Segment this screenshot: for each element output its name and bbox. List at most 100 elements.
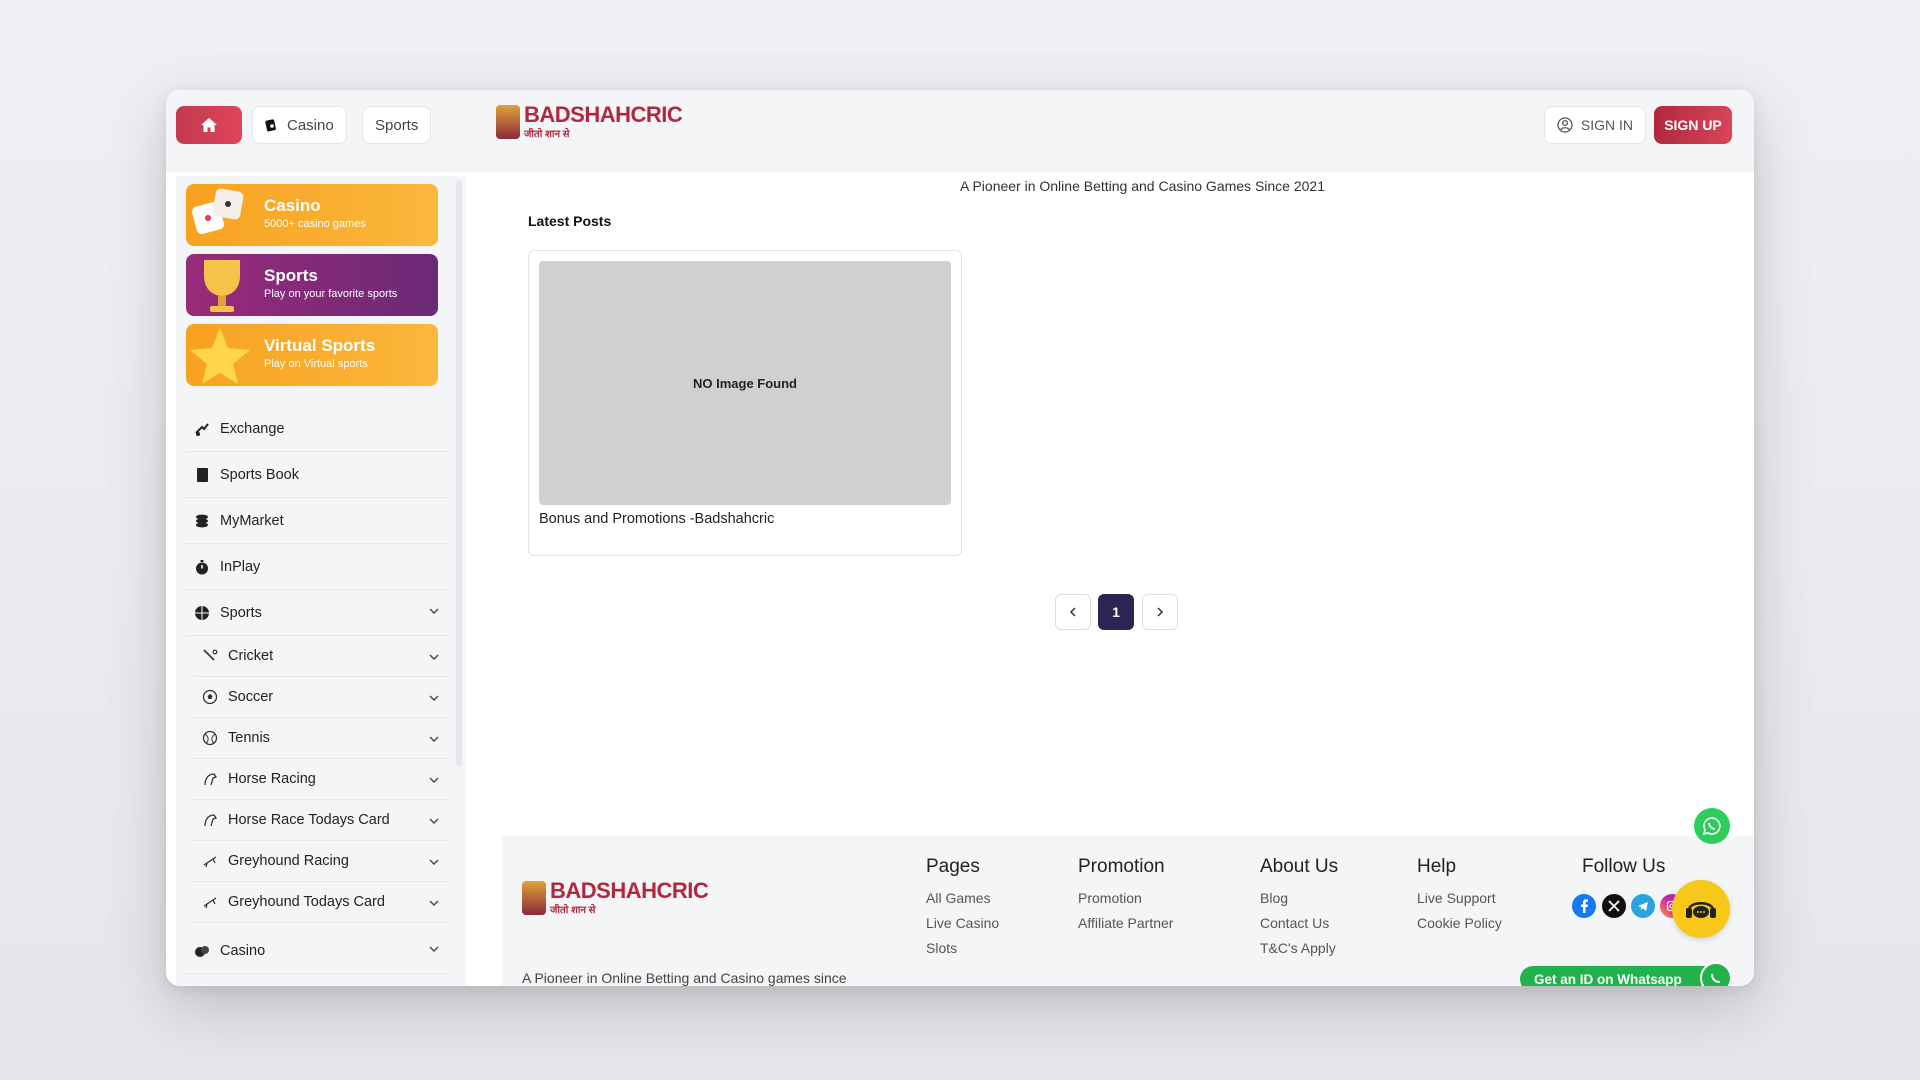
pagination-page-button[interactable]: 1 xyxy=(1098,594,1134,630)
headset-chat-icon xyxy=(1686,902,1716,918)
facebook-icon[interactable] xyxy=(1572,894,1596,918)
footer-link[interactable]: Live Support xyxy=(1417,890,1502,906)
horse-icon xyxy=(204,814,218,827)
sign-up-button[interactable]: SIGN UP xyxy=(1654,106,1732,144)
footer-link[interactable]: All Games xyxy=(926,890,999,906)
promo-virtual-sports[interactable]: Virtual Sports Play on Virtual sports xyxy=(186,324,438,386)
pagination-next-button[interactable] xyxy=(1142,594,1178,630)
stopwatch-icon xyxy=(196,559,208,574)
footer-col-title: Promotion xyxy=(1078,856,1165,877)
footer-link[interactable]: Live Casino xyxy=(926,915,999,931)
sidebar-item-inplay[interactable]: InPlay xyxy=(186,544,448,590)
sidebar-item-label: Casino xyxy=(220,942,266,959)
sidebar-scrollbar[interactable] xyxy=(456,180,462,766)
sidebar-sub-horse-race-todays-card[interactable]: Horse Race Todays Card xyxy=(194,800,448,841)
sign-in-label: SIGN IN xyxy=(1580,117,1633,133)
casino-nav-button[interactable]: Casino xyxy=(252,106,347,144)
sidebar-item-sports-book[interactable]: Sports Book xyxy=(186,452,448,498)
sports-nav-button[interactable]: Sports xyxy=(362,106,432,144)
sign-in-button[interactable]: SIGN IN xyxy=(1543,106,1646,144)
pagination-prev-button[interactable] xyxy=(1055,594,1091,630)
sidebar-item-sports[interactable]: Sports xyxy=(186,590,448,636)
logo-wordmark: BADSHAHCRIC xyxy=(524,102,683,127)
footer-link[interactable]: Cookie Policy xyxy=(1417,915,1502,931)
casino-nav-label: Casino xyxy=(287,116,334,134)
footer-logo-tagline: जीतो शान से xyxy=(550,905,596,916)
post-image-placeholder: NO Image Found xyxy=(539,261,951,505)
star-icon xyxy=(190,328,250,384)
footer-link[interactable]: T&C's Apply xyxy=(1260,940,1338,956)
coins-icon xyxy=(196,514,208,527)
promo-sports[interactable]: Sports Play on your favorite sports xyxy=(186,254,438,316)
sidebar-sub-label: Cricket xyxy=(228,648,274,664)
sidebar-item-label: InPlay xyxy=(220,558,261,575)
sidebar-sub-label: Tennis xyxy=(228,730,270,746)
footer-logo[interactable]: BADSHAHCRIC जीतो शान से xyxy=(522,878,709,916)
chevron-right-icon xyxy=(1157,607,1164,617)
sidebar-item-mymarket[interactable]: MyMarket xyxy=(186,498,448,544)
promo-virtual-subtitle: Play on Virtual sports xyxy=(264,358,368,370)
whatsapp-float-button[interactable] xyxy=(1694,808,1730,844)
chevron-down-icon xyxy=(429,777,439,783)
sidebar-sub-greyhound-todays-card[interactable]: Greyhound Todays Card xyxy=(194,882,448,923)
chevron-down-icon xyxy=(429,695,439,701)
user-circle-icon xyxy=(1557,117,1573,133)
footer-link[interactable]: Affiliate Partner xyxy=(1078,915,1173,931)
whatsapp-cta-button[interactable]: Get an ID on Whatsapp xyxy=(1520,962,1732,987)
sidebar-item-exchange[interactable]: Exchange xyxy=(186,406,448,452)
promo-sports-subtitle: Play on your favorite sports xyxy=(264,288,398,300)
logo-tagline: जीतो शान से xyxy=(524,129,570,140)
whatsapp-icon xyxy=(1702,817,1721,836)
footer-col-title: Help xyxy=(1417,856,1457,877)
sidebar-sub-label: Horse Racing xyxy=(228,771,316,787)
sidebar-sub-horse-racing[interactable]: Horse Racing xyxy=(194,759,448,800)
footer-link[interactable]: Slots xyxy=(926,940,999,956)
header-logo[interactable]: BADSHAHCRIC जीतो शान से xyxy=(496,102,683,140)
sidebar-sub-label: Greyhound Racing xyxy=(228,853,349,869)
trophy-icon xyxy=(204,260,240,312)
footer-logo-wordmark: BADSHAHCRIC xyxy=(550,878,709,903)
browser-window: Casino Sports BADSHAHCRIC जीतो शान से SI… xyxy=(166,90,1754,986)
sidebar-sub-cricket[interactable]: Cricket xyxy=(194,636,448,677)
sidebar-item-label: Sports xyxy=(220,604,262,621)
logo-mark-icon xyxy=(522,881,546,915)
casino-card-icon xyxy=(265,119,276,132)
chevron-down-icon xyxy=(429,946,439,952)
logo-mark-icon xyxy=(496,105,520,139)
sidebar-item-label: MyMarket xyxy=(220,512,284,529)
latest-posts-heading: Latest Posts xyxy=(528,213,612,229)
footer-link[interactable]: Contact Us xyxy=(1260,915,1338,931)
sidebar-item-label: Sports Book xyxy=(220,466,299,483)
promo-casino[interactable]: Casino 5000+ casino games xyxy=(186,184,438,246)
chevron-down-icon xyxy=(429,818,439,824)
chevron-down-icon xyxy=(429,654,439,660)
whatsapp-cta-label: Get an ID on Whatsapp xyxy=(1534,971,1682,987)
post-title[interactable]: Bonus and Promotions -Badshahcric xyxy=(539,511,774,527)
live-support-button[interactable] xyxy=(1672,880,1730,938)
footer-col-about: About Us Blog Contact Us T&C's Apply xyxy=(1260,856,1338,965)
chevron-down-icon xyxy=(429,736,439,742)
footer-link[interactable]: Blog xyxy=(1260,890,1338,906)
whatsapp-icon xyxy=(1700,962,1732,986)
footer-col-help: Help Live Support Cookie Policy xyxy=(1417,856,1502,940)
sidebar-sub-label: Greyhound Todays Card xyxy=(228,894,385,910)
x-icon[interactable] xyxy=(1602,894,1626,918)
telegram-icon[interactable] xyxy=(1631,894,1655,918)
sidebar-sub-soccer[interactable]: Soccer xyxy=(194,677,448,718)
sidebar-item-casino[interactable]: Casino xyxy=(186,928,448,974)
promo-virtual-title: Virtual Sports xyxy=(264,336,376,355)
sidebar-sub-greyhound-racing[interactable]: Greyhound Racing xyxy=(194,841,448,882)
footer-col-title: About Us xyxy=(1260,856,1339,877)
promo-sports-title: Sports xyxy=(264,266,318,285)
sidebar-sub-label: Horse Race Todays Card xyxy=(228,812,390,828)
footer-col-title: Pages xyxy=(926,856,980,877)
promo-casino-subtitle: 5000+ casino games xyxy=(264,218,366,230)
footer-link[interactable]: Promotion xyxy=(1078,890,1173,906)
dice-icon xyxy=(191,188,244,235)
chevron-down-icon xyxy=(429,859,439,865)
sidebar-sub-tennis[interactable]: Tennis xyxy=(194,718,448,759)
home-icon xyxy=(201,118,217,132)
home-button[interactable] xyxy=(176,106,242,144)
footer-col-follow: Follow Us xyxy=(1582,856,1665,890)
post-card[interactable]: NO Image Found Bonus and Promotions -Bad… xyxy=(528,250,962,556)
